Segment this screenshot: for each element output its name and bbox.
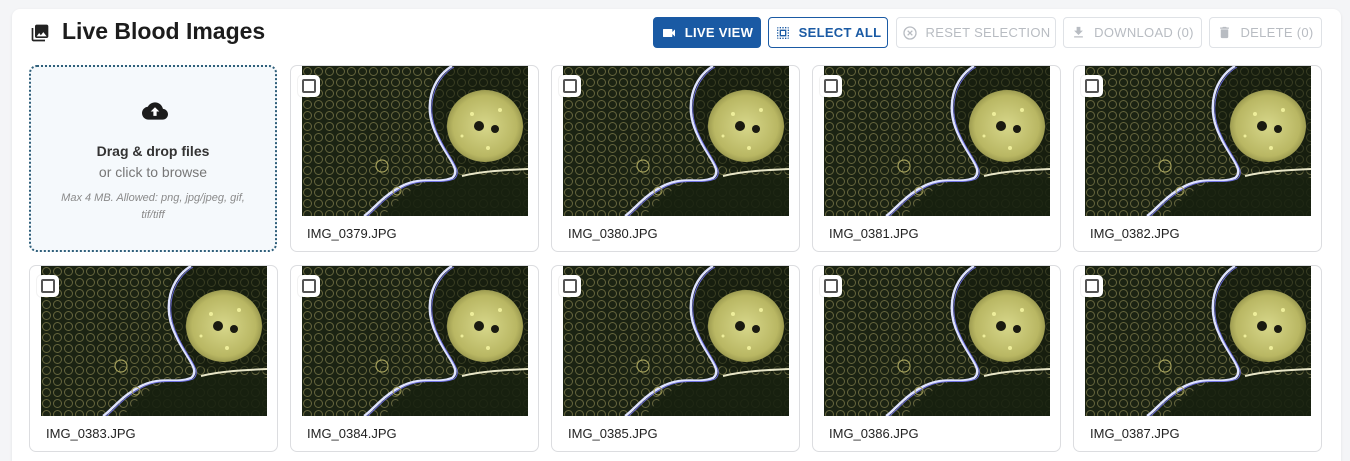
file-dropzone[interactable]: Drag & drop files or click to browse Max… bbox=[29, 65, 277, 252]
blood-cell-image bbox=[1085, 266, 1311, 416]
blood-cell-image bbox=[302, 66, 528, 216]
image-card[interactable]: IMG_0386.JPG bbox=[812, 265, 1061, 452]
select-all-button[interactable]: SELECT ALL bbox=[768, 17, 888, 48]
image-card[interactable]: IMG_0385.JPG bbox=[551, 265, 800, 452]
checkbox-box bbox=[824, 279, 838, 293]
image-card[interactable]: IMG_0379.JPG bbox=[290, 65, 539, 252]
cloud-upload-icon bbox=[142, 102, 168, 120]
checkbox-box bbox=[563, 279, 577, 293]
image-select-checkbox[interactable] bbox=[298, 275, 320, 297]
checkbox-box bbox=[41, 279, 55, 293]
image-thumbnail[interactable] bbox=[1085, 66, 1311, 216]
blood-cell-image bbox=[563, 66, 789, 216]
image-select-checkbox[interactable] bbox=[1081, 275, 1103, 297]
image-select-checkbox[interactable] bbox=[298, 75, 320, 97]
checkbox-box bbox=[302, 79, 316, 93]
reset-selection-label: RESET SELECTION bbox=[925, 25, 1051, 40]
image-thumbnail[interactable] bbox=[824, 66, 1050, 216]
download-label: DOWNLOAD (0) bbox=[1094, 25, 1194, 40]
delete-button[interactable]: DELETE (0) bbox=[1209, 17, 1322, 48]
image-card[interactable]: IMG_0387.JPG bbox=[1073, 265, 1322, 452]
download-icon bbox=[1074, 26, 1084, 38]
blood-cell-image bbox=[41, 266, 267, 416]
select-all-label: SELECT ALL bbox=[798, 25, 882, 40]
photo-library-icon bbox=[31, 24, 49, 42]
blood-cell-image bbox=[1085, 66, 1311, 216]
image-thumbnail[interactable] bbox=[302, 266, 528, 416]
image-select-checkbox[interactable] bbox=[820, 75, 842, 97]
image-select-checkbox[interactable] bbox=[820, 275, 842, 297]
dropzone-hint: Max 4 MB. Allowed: png, jpg/jpeg, gif, t… bbox=[61, 192, 245, 221]
image-gallery-panel: Live Blood Images LIVE VIEW SELECT ALL R… bbox=[12, 9, 1341, 461]
image-filename: IMG_0380.JPG bbox=[568, 226, 658, 241]
image-select-checkbox[interactable] bbox=[1081, 75, 1103, 97]
image-filename: IMG_0381.JPG bbox=[829, 226, 919, 241]
reset-selection-button[interactable]: RESET SELECTION bbox=[896, 17, 1056, 48]
image-filename: IMG_0379.JPG bbox=[307, 226, 397, 241]
image-filename: IMG_0387.JPG bbox=[1090, 426, 1180, 441]
select-all-icon bbox=[776, 26, 789, 39]
image-filename: IMG_0383.JPG bbox=[46, 426, 136, 441]
blood-cell-image bbox=[563, 266, 789, 416]
delete-label: DELETE (0) bbox=[1240, 25, 1314, 40]
blood-cell-image bbox=[824, 266, 1050, 416]
image-card[interactable]: IMG_0381.JPG bbox=[812, 65, 1061, 252]
image-select-checkbox[interactable] bbox=[559, 75, 581, 97]
image-filename: IMG_0384.JPG bbox=[307, 426, 397, 441]
image-filename: IMG_0385.JPG bbox=[568, 426, 658, 441]
checkbox-box bbox=[1085, 279, 1099, 293]
image-card[interactable]: IMG_0382.JPG bbox=[1073, 65, 1322, 252]
image-thumbnail[interactable] bbox=[1085, 266, 1311, 416]
image-thumbnail[interactable] bbox=[302, 66, 528, 216]
checkbox-box bbox=[824, 79, 838, 93]
checkbox-box bbox=[563, 79, 577, 93]
image-thumbnail[interactable] bbox=[563, 266, 789, 416]
image-select-checkbox[interactable] bbox=[37, 275, 59, 297]
image-thumbnail[interactable] bbox=[563, 66, 789, 216]
checkbox-box bbox=[1085, 79, 1099, 93]
dropzone-subtitle: or click to browse bbox=[98, 164, 208, 180]
trash-icon bbox=[1220, 26, 1230, 39]
cancel-icon bbox=[902, 25, 917, 40]
dropzone-title: Drag & drop files bbox=[96, 143, 210, 159]
image-select-checkbox[interactable] bbox=[559, 275, 581, 297]
live-view-label: LIVE VIEW bbox=[684, 25, 754, 40]
gallery-header: Live Blood Images LIVE VIEW SELECT ALL R… bbox=[12, 9, 1341, 57]
image-card[interactable]: IMG_0383.JPG bbox=[29, 265, 278, 452]
blood-cell-image bbox=[302, 266, 528, 416]
image-card[interactable]: IMG_0380.JPG bbox=[551, 65, 800, 252]
videocam-icon bbox=[662, 28, 675, 37]
page-title: Live Blood Images bbox=[62, 18, 266, 44]
image-thumbnail[interactable] bbox=[824, 266, 1050, 416]
image-filename: IMG_0382.JPG bbox=[1090, 226, 1180, 241]
blood-cell-image bbox=[824, 66, 1050, 216]
image-thumbnail[interactable] bbox=[41, 266, 267, 416]
image-filename: IMG_0386.JPG bbox=[829, 426, 919, 441]
checkbox-box bbox=[302, 279, 316, 293]
image-card[interactable]: IMG_0384.JPG bbox=[290, 265, 539, 452]
download-button[interactable]: DOWNLOAD (0) bbox=[1063, 17, 1202, 48]
live-view-button[interactable]: LIVE VIEW bbox=[653, 17, 761, 48]
